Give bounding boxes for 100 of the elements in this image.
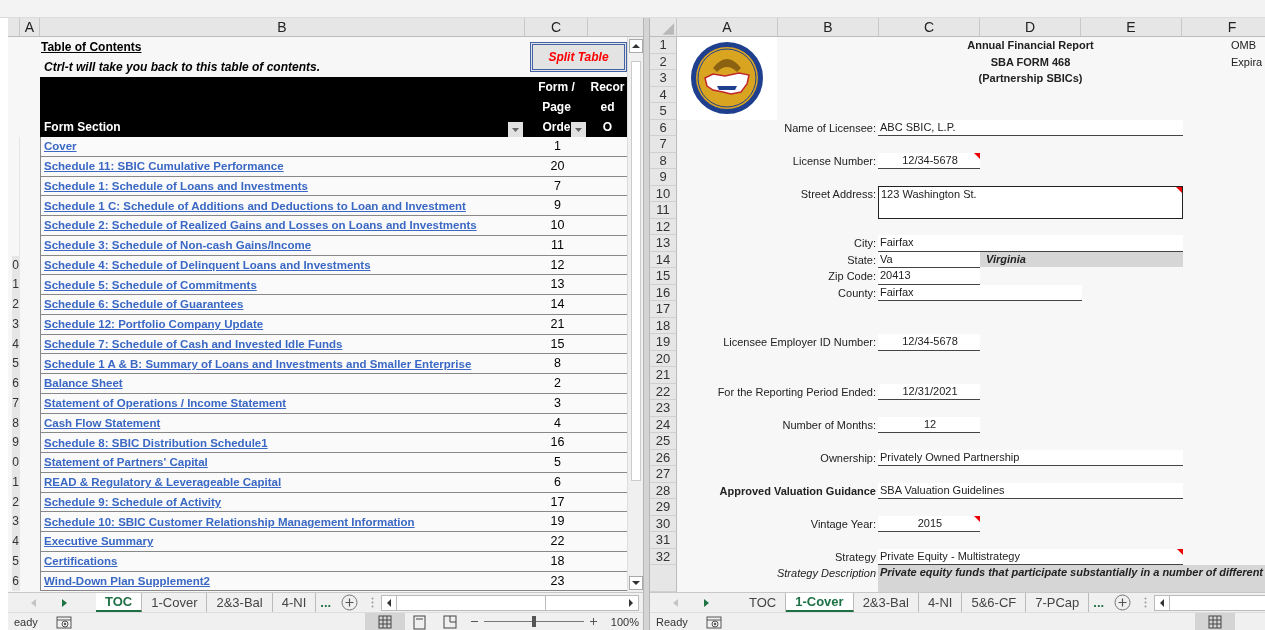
column-header[interactable]: C (879, 18, 980, 36)
row-number: 9 (650, 169, 677, 186)
section-link[interactable]: Schedule 3: Schedule of Non-cash Gains/Income (44, 239, 312, 252)
section-link[interactable]: Schedule 9: Schedule of Activity (44, 495, 222, 508)
table-of-contents-heading: Table of Contents (40, 40, 142, 54)
field-label: Licensee Employer ID Number: (723, 335, 877, 350)
scroll-down-icon[interactable] (628, 576, 643, 590)
sheet-tab[interactable]: 4-NI (272, 592, 317, 612)
add-sheet-icon[interactable] (1114, 594, 1132, 611)
section-link[interactable]: Schedule 2: Schedule of Realized Gains and Losses on Loans and Investments (44, 219, 477, 232)
next-sheet-icon[interactable] (702, 597, 710, 608)
column-header[interactable]: C (525, 18, 588, 36)
section-link[interactable]: Executive Summary (44, 535, 154, 548)
section-link[interactable]: Schedule 11: SBIC Cumulative Performance (44, 160, 284, 173)
input-field[interactable]: Fairfax (878, 284, 1082, 301)
section-link[interactable]: Schedule 5: Schedule of Commitments (44, 278, 257, 291)
add-sheet-icon[interactable] (341, 594, 359, 611)
scroll-up-icon[interactable] (628, 39, 643, 53)
next-sheet-icon[interactable] (60, 597, 68, 608)
field-label: City: (854, 236, 877, 251)
column-header[interactable]: D (980, 18, 1081, 36)
row-number: 0 (12, 453, 20, 473)
column-header[interactable]: B (40, 18, 525, 36)
zoom-slider-thumb[interactable] (531, 616, 536, 627)
normal-view-icon[interactable] (1195, 612, 1235, 630)
horizontal-scrollbar[interactable] (1154, 594, 1265, 611)
input-field[interactable]: 12/34-5678 (878, 334, 980, 351)
row-number: 3 (12, 512, 20, 532)
section-link[interactable]: Cash Flow Statement (44, 416, 161, 429)
column-header[interactable]: A (20, 18, 40, 36)
page-number-cell-text: 20 (549, 157, 566, 175)
split-handle-icon[interactable] (1144, 597, 1148, 608)
input-field[interactable]: 20413 (878, 268, 980, 285)
page-number-cell-text: 15 (549, 335, 566, 353)
scrollbar-thumb[interactable] (630, 61, 641, 481)
sheet-tab[interactable]: 2&3-Bal (207, 592, 273, 612)
page-number-cell-text: 18 (549, 552, 566, 570)
sheet-tab[interactable]: 1-Cover (786, 592, 854, 612)
more-sheets-button[interactable]: ... (1089, 595, 1109, 610)
section-link[interactable]: READ & Regulatory & Leverageable Capital (44, 476, 282, 489)
vertical-scrollbar[interactable] (627, 37, 643, 592)
zoom-in-icon[interactable] (588, 617, 598, 626)
row-number: 21 (650, 367, 677, 384)
column-header[interactable]: B (778, 18, 879, 36)
section-link[interactable]: Schedule 7: Schedule of Cash and Invested Idle Funds (44, 337, 343, 350)
row-number: 7 (650, 136, 677, 153)
field-label: For the Reporting Period Ended: (717, 384, 877, 400)
filter-dropdown-icon[interactable] (571, 122, 586, 137)
row-number: 4 (12, 532, 20, 552)
horizontal-scrollbar[interactable] (381, 594, 639, 611)
input-field[interactable]: Private Equity - Multistrategy (878, 548, 1183, 565)
section-link[interactable]: Schedule 12: Portfolio Company Update (44, 318, 264, 331)
status-text: Ready (655, 615, 689, 628)
input-field[interactable]: 123 Washington St. (878, 185, 1183, 219)
input-field[interactable]: Privately Owned Partnership (878, 449, 1183, 466)
section-link[interactable]: Schedule 1 A & B: Summary of Loans and Investments and Smaller Enterprise (44, 357, 472, 370)
input-field[interactable]: 12/34-5678 (878, 152, 980, 169)
split-handle-icon[interactable] (371, 597, 375, 608)
column-header[interactable]: E (1081, 18, 1182, 36)
sheet-tab[interactable]: 4-NI (918, 592, 963, 612)
column-header[interactable]: F (1182, 18, 1265, 36)
filter-dropdown-icon[interactable] (508, 122, 523, 137)
section-link[interactable]: Wind-Down Plan Supplement2 (44, 574, 210, 587)
page-number-cell-text: 11 (550, 236, 565, 254)
sheet-tab[interactable]: 5&6-CF (962, 592, 1027, 612)
row-number: 1 (12, 275, 20, 295)
section-link[interactable]: Schedule 1: Schedule of Loans and Investments (44, 179, 308, 192)
input-field[interactable]: SBA Valuation Guidelines (878, 482, 1183, 499)
sheet-tab[interactable]: 1-Cover (142, 592, 208, 612)
macro-record-icon[interactable] (705, 614, 722, 629)
input-field[interactable]: 12/31/2021 (878, 383, 980, 400)
sheet-tab[interactable]: 2&3-Bal (853, 592, 919, 612)
normal-view-icon[interactable] (364, 612, 405, 630)
section-link[interactable]: Schedule 1 C: Schedule of Additions and Deductions to Loan and Investment (44, 199, 466, 212)
section-link[interactable]: Balance Sheet (44, 377, 123, 390)
section-link[interactable]: Schedule 4: Schedule of Delinquent Loans and Investments (44, 258, 371, 271)
comment-indicator-icon[interactable] (1176, 186, 1182, 193)
row-number: 6 (12, 374, 20, 394)
section-link[interactable]: Statement of Operations / Income Statement (44, 397, 287, 410)
row-number: 29 (650, 499, 677, 516)
section-link[interactable]: Schedule 10: SBIC Customer Relationship Management Information (44, 515, 415, 528)
scrollbar-thumb[interactable] (396, 595, 547, 610)
section-link[interactable]: Schedule 6: Schedule of Guarantees (44, 298, 244, 311)
input-field[interactable]: Fairfax (878, 235, 1183, 252)
section-link[interactable]: Cover (44, 140, 77, 153)
section-link[interactable]: Schedule 8: SBIC Distribution Schedule1 (44, 436, 268, 449)
page-number-cell-text: 16 (549, 434, 566, 452)
row-number: 15 (650, 268, 677, 285)
input-field[interactable]: ABC SBIC, L.P. (878, 119, 1183, 136)
input-field[interactable]: 12 (878, 416, 980, 433)
column-header[interactable]: A (677, 18, 778, 36)
macro-record-icon[interactable] (55, 614, 72, 629)
more-sheets-button[interactable]: ... (316, 595, 336, 610)
page-number-cell-text: 6 (553, 473, 562, 491)
section-link[interactable]: Statement of Partners' Capital (44, 456, 208, 469)
section-link[interactable]: Certifications (44, 555, 118, 568)
sheet-tab[interactable]: 7-PCap (1026, 592, 1090, 612)
input-field[interactable]: 2015 (878, 515, 980, 532)
sheet-tab[interactable]: TOC (96, 592, 143, 612)
field-label: Vintage Year: (810, 516, 877, 532)
